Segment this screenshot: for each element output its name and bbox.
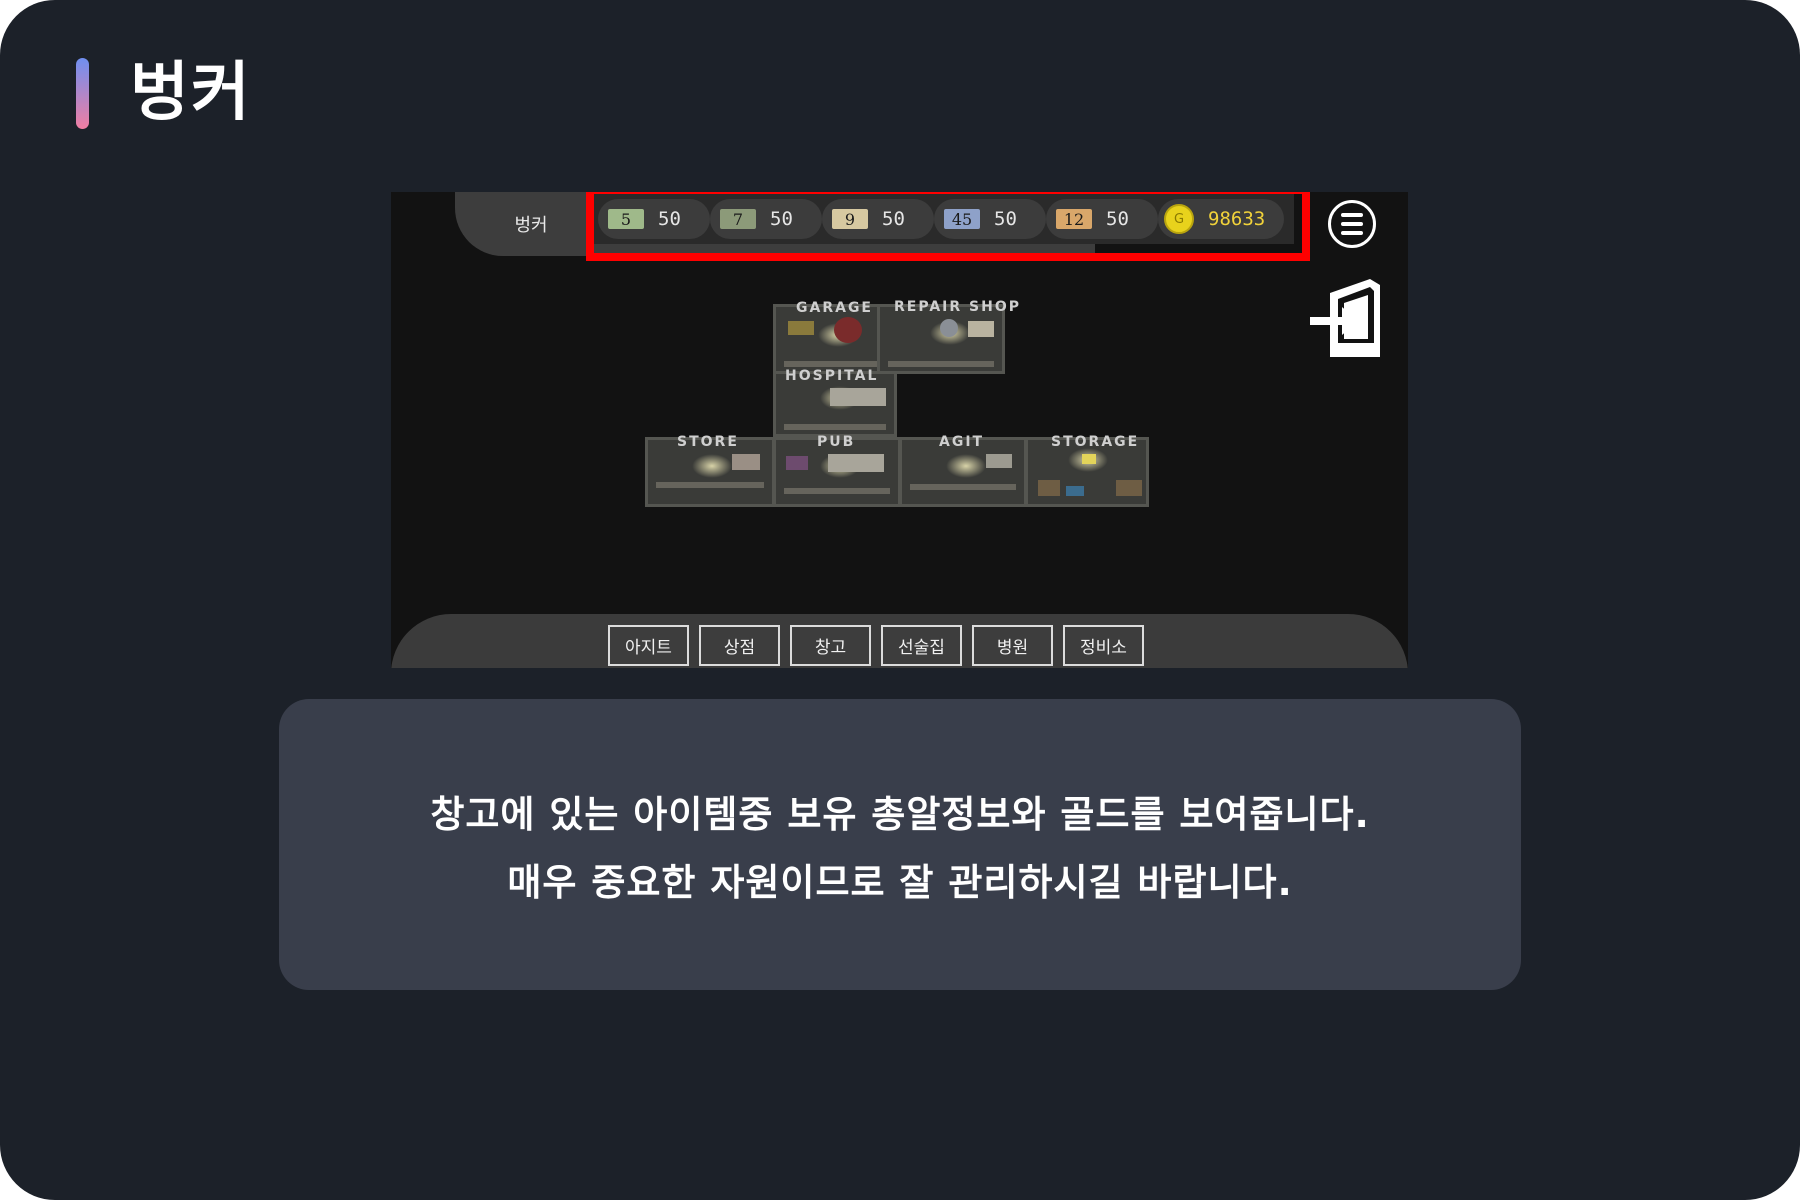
room-prop: [1116, 480, 1142, 496]
room-prop: [1082, 454, 1096, 464]
exit-door-icon[interactable]: [1308, 279, 1384, 363]
room-prop: [732, 454, 760, 470]
menu-line: [1341, 231, 1363, 235]
room-label-storage: STORAGE: [1051, 434, 1140, 450]
caption-box: 창고에 있는 아이템중 보유 총알정보와 골드를 보여줍니다. 매우 중요한 자…: [279, 699, 1521, 990]
bunker-tab[interactable]: 벙커: [455, 192, 589, 256]
room-prop: [830, 388, 886, 406]
room-prop: [968, 321, 994, 337]
room-label-pub: PUB: [817, 434, 856, 450]
room-shelf: [784, 488, 890, 494]
room-label-agit: AGIT: [939, 434, 985, 450]
room-label-garage: GARAGE: [796, 300, 873, 316]
menu-line: [1341, 213, 1363, 217]
nav-pub-button[interactable]: 선술집: [881, 625, 962, 666]
caption-line-2: 매우 중요한 자원이므로 잘 관리하시길 바랍니다.: [507, 860, 1293, 904]
room-prop: [940, 319, 958, 337]
bunker-building: GARAGE REPAIR SHOP HOSPITAL STORE PUB AG…: [645, 299, 1171, 524]
room-label-store: STORE: [677, 434, 739, 450]
room-shelf: [784, 361, 886, 367]
caption-line-1: 창고에 있는 아이템중 보유 총알정보와 골드를 보여줍니다.: [430, 792, 1370, 836]
room-label-repair-shop: REPAIR SHOP: [894, 299, 1021, 315]
menu-line: [1341, 222, 1363, 226]
game-screenshot: 벙커 5 50 7 50 9 50 45 50 12 50 G 98633 GA…: [391, 192, 1408, 668]
title-accent-bar: [76, 58, 89, 129]
slide-card: 벙커 벙커 5 50 7 50 9 50 45 50 12 50 G 98633…: [0, 0, 1800, 1200]
menu-button[interactable]: [1328, 200, 1376, 248]
room-prop: [1066, 486, 1084, 496]
bottom-nav: 아지트 상점 창고 선술집 병원 정비소: [608, 625, 1144, 666]
room-light: [692, 454, 732, 478]
room-shelf: [888, 361, 994, 367]
nav-repair-shop-button[interactable]: 정비소: [1063, 625, 1144, 666]
room-shelf: [656, 482, 764, 488]
room-label-hospital: HOSPITAL: [785, 368, 879, 384]
nav-agit-button[interactable]: 아지트: [608, 625, 689, 666]
room-prop: [788, 321, 814, 335]
room-prop: [1038, 480, 1060, 496]
room-shelf: [784, 424, 886, 430]
nav-hospital-button[interactable]: 병원: [972, 625, 1053, 666]
highlight-box: [586, 192, 1310, 261]
nav-store-button[interactable]: 상점: [699, 625, 780, 666]
room-prop: [786, 456, 808, 470]
page-title: 벙커: [130, 56, 252, 130]
nav-storage-button[interactable]: 창고: [790, 625, 871, 666]
room-shelf: [910, 484, 1016, 490]
room-light: [946, 454, 986, 478]
room-prop: [834, 317, 862, 343]
room-prop: [828, 454, 884, 472]
room-prop: [986, 454, 1012, 468]
